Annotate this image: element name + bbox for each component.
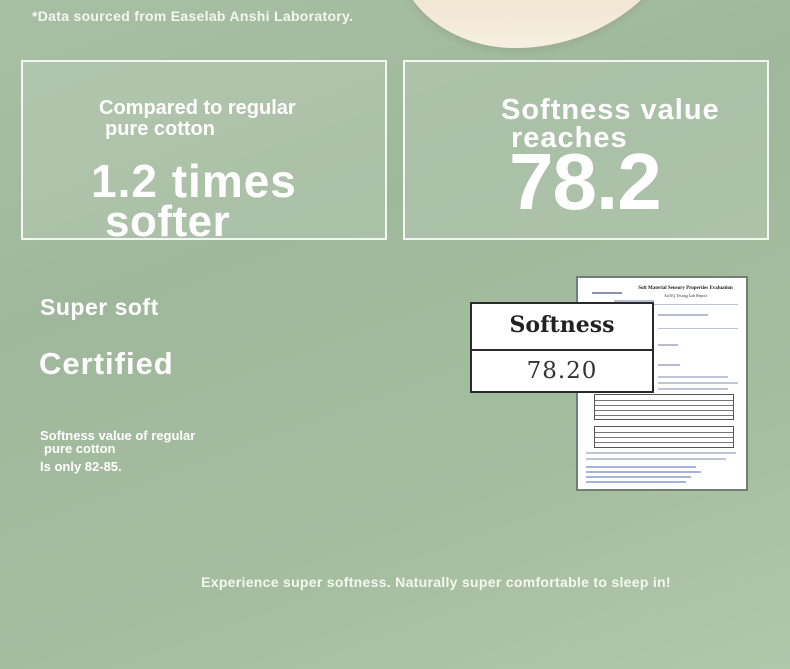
- comparison-big-line-2: softer: [105, 202, 231, 240]
- softness-value-box: Softness value reaches 78.2: [403, 60, 769, 240]
- report-text-line: [658, 388, 728, 390]
- softness-card-divider: [472, 349, 652, 351]
- softness-card-label: Softness: [509, 312, 615, 338]
- softness-big-value: 78.2: [509, 137, 662, 226]
- report-text-line: [658, 376, 728, 378]
- report-text-line: [658, 382, 738, 384]
- report-text-line: [586, 481, 686, 483]
- source-note: *Data sourced from Easelab Anshi Laborat…: [32, 8, 354, 24]
- regular-note-line-3: Is only 82-85.: [40, 459, 122, 474]
- report-text-line: [658, 364, 680, 366]
- softness-card-value: 78.20: [526, 358, 598, 384]
- super-soft-heading: Super soft: [40, 294, 159, 320]
- report-logo-mark: [592, 292, 622, 294]
- report-subtitle: AnTiQ Testing Lab Report: [664, 293, 707, 298]
- report-title: Soft Material Sensory Properties Evaluat…: [638, 286, 733, 291]
- comparison-line-1: Compared to regular: [99, 97, 296, 119]
- tagline: Experience super softness. Naturally sup…: [201, 574, 671, 590]
- comparison-box: Compared to regular pure cotton 1.2 time…: [21, 60, 387, 240]
- comparison-line-2: pure cotton: [105, 118, 215, 140]
- certified-heading: Certified: [39, 346, 174, 381]
- report-text-line: [586, 476, 691, 478]
- report-text-line: [586, 466, 696, 468]
- report-text-line: [658, 344, 678, 346]
- report-text-line: [586, 458, 726, 460]
- report-text-line: [586, 452, 736, 454]
- report-table: [594, 426, 734, 448]
- comparison-big-line-1: 1.2 times: [91, 155, 297, 207]
- report-rule: [658, 328, 738, 329]
- regular-note-line-2: pure cotton: [44, 441, 116, 456]
- report-text-line: [586, 471, 701, 473]
- softness-card: Softness 78.20: [470, 302, 654, 393]
- report-table: [594, 394, 734, 420]
- cream-pillow-decoration: [395, 0, 695, 48]
- report-text-line: [658, 314, 708, 316]
